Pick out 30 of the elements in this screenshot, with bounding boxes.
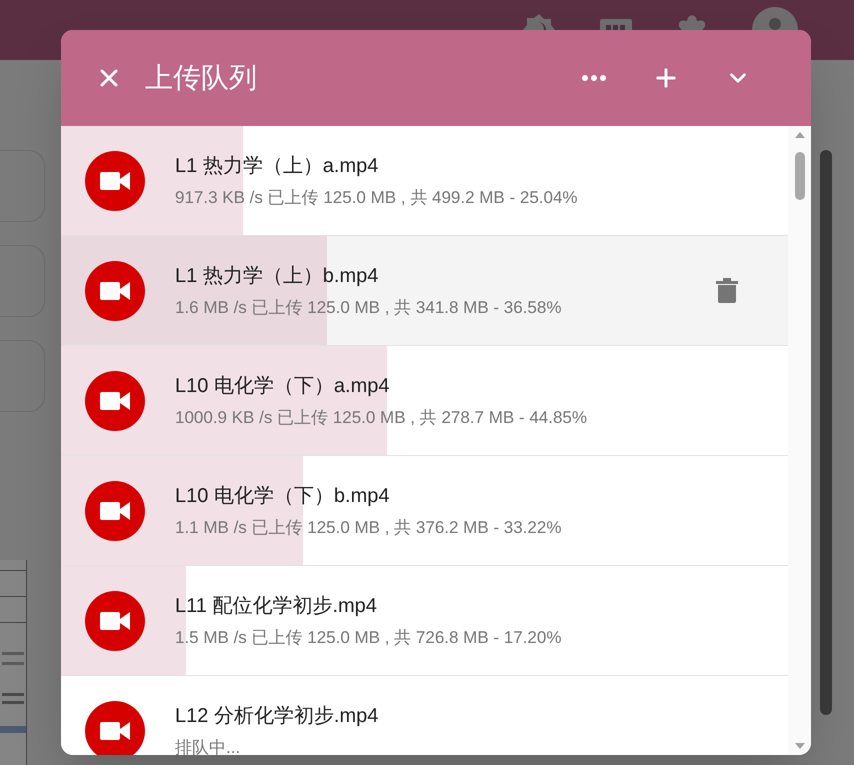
- upload-item[interactable]: L11 配位化学初步.mp4 1.5 MB /s 已上传 125.0 MB , 共 726.8 MB - 17.20%: [61, 566, 788, 676]
- scroll-down-icon[interactable]: [794, 743, 804, 749]
- dialog-title: 上传队列: [145, 61, 257, 95]
- video-camera-icon: [100, 610, 130, 630]
- video-camera-icon: [100, 170, 130, 190]
- scroll-up-icon[interactable]: [794, 132, 804, 138]
- upload-item[interactable]: L10 电化学（下）b.mp4 1.1 MB /s 已上传 125.0 MB , 共 376.2 MB - 33.22%: [61, 456, 788, 566]
- upload-status: 1.6 MB /s 已上传 125.0 MB , 共 341.8 MB - 36.58%: [175, 296, 562, 319]
- file-name: L11 配位化学初步.mp4: [175, 594, 378, 619]
- upload-item[interactable]: L1 热力学（上）a.mp4 917.3 KB /s 已上传 125.0 MB , 共 499.2 MB - 25.04%: [61, 126, 788, 236]
- upload-status: 1000.9 KB /s 已上传 125.0 MB , 共 278.7 MB - 44.85%: [175, 406, 588, 429]
- upload-item[interactable]: L12 分析化学初步.mp4 排队中...: [61, 676, 788, 755]
- scrollbar-thumb[interactable]: [794, 152, 804, 200]
- upload-status: 1.1 MB /s 已上传 125.0 MB , 共 376.2 MB - 33.22%: [175, 516, 562, 539]
- upload-status: 排队中...: [175, 736, 242, 755]
- upload-status: 917.3 KB /s 已上传 125.0 MB , 共 499.2 MB - 25.04%: [175, 186, 579, 209]
- more-icon: [582, 75, 606, 81]
- trash-icon: [716, 278, 738, 304]
- file-name: L12 分析化学初步.mp4: [175, 704, 380, 729]
- file-name: L10 电化学（下）a.mp4: [175, 374, 391, 399]
- upload-status: 1.5 MB /s 已上传 125.0 MB , 共 726.8 MB - 17.20%: [175, 626, 562, 649]
- video-camera-icon: [100, 500, 130, 520]
- file-name: L1 热力学（上）a.mp4: [175, 154, 380, 179]
- video-camera-icon: [100, 720, 130, 740]
- video-camera-icon: [100, 280, 130, 300]
- file-name: L10 电化学（下）b.mp4: [175, 484, 391, 509]
- video-camera-icon: [100, 390, 130, 410]
- upload-item[interactable]: L10 电化学（下）a.mp4 1000.9 KB /s 已上传 125.0 MB , 共 278.7 MB - 44.85%: [61, 346, 788, 456]
- file-name: L1 热力学（上）b.mp4: [175, 264, 380, 289]
- upload-item[interactable]: L1 热力学（上）b.mp4 1.6 MB /s 已上传 125.0 MB , 共 341.8 MB - 36.58%: [61, 236, 788, 346]
